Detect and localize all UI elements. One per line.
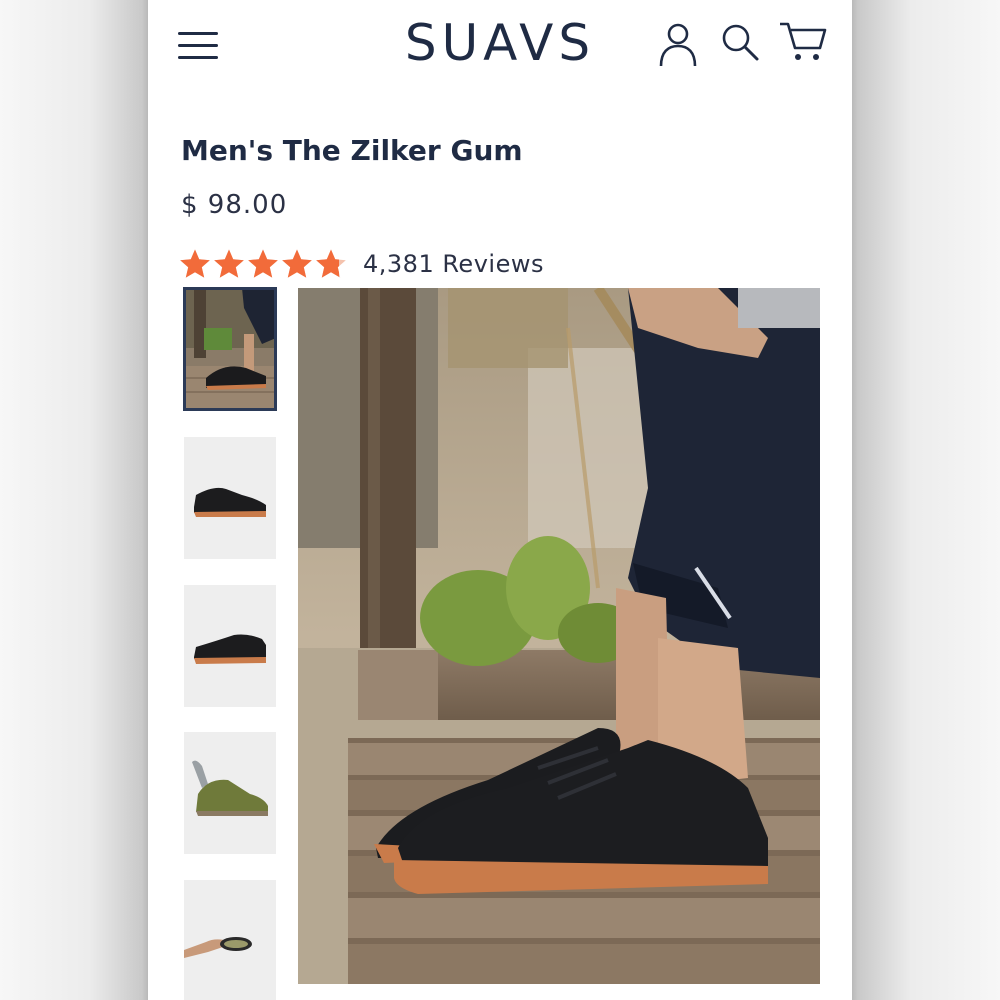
star-icon [248, 249, 278, 278]
star-icon [282, 249, 312, 278]
reviews-link[interactable]: 4,381 Reviews [363, 250, 544, 278]
star-icon [214, 249, 244, 278]
thumbnail-2[interactable] [184, 437, 276, 559]
account-icon[interactable] [658, 20, 698, 68]
search-icon[interactable] [720, 22, 760, 62]
phone-screen: SUAVS Men's The Zilker Gum $ 98.00 4,381… [148, 0, 852, 1000]
product-title: Men's The Zilker Gum [181, 134, 523, 167]
thumbnail-3[interactable] [184, 585, 276, 707]
star-icon [180, 249, 210, 278]
main-product-image[interactable] [298, 288, 820, 984]
left-backdrop [0, 0, 148, 1000]
star-rating [179, 248, 349, 280]
thumbnail-5[interactable] [184, 880, 276, 1000]
star-icon [316, 249, 346, 278]
thumbnail-4[interactable] [184, 732, 276, 854]
right-backdrop [852, 0, 1000, 1000]
rating-summary[interactable]: 4,381 Reviews [179, 246, 544, 282]
thumbnail-1[interactable] [183, 287, 277, 411]
cart-icon[interactable] [778, 20, 828, 64]
product-price: $ 98.00 [181, 190, 288, 220]
